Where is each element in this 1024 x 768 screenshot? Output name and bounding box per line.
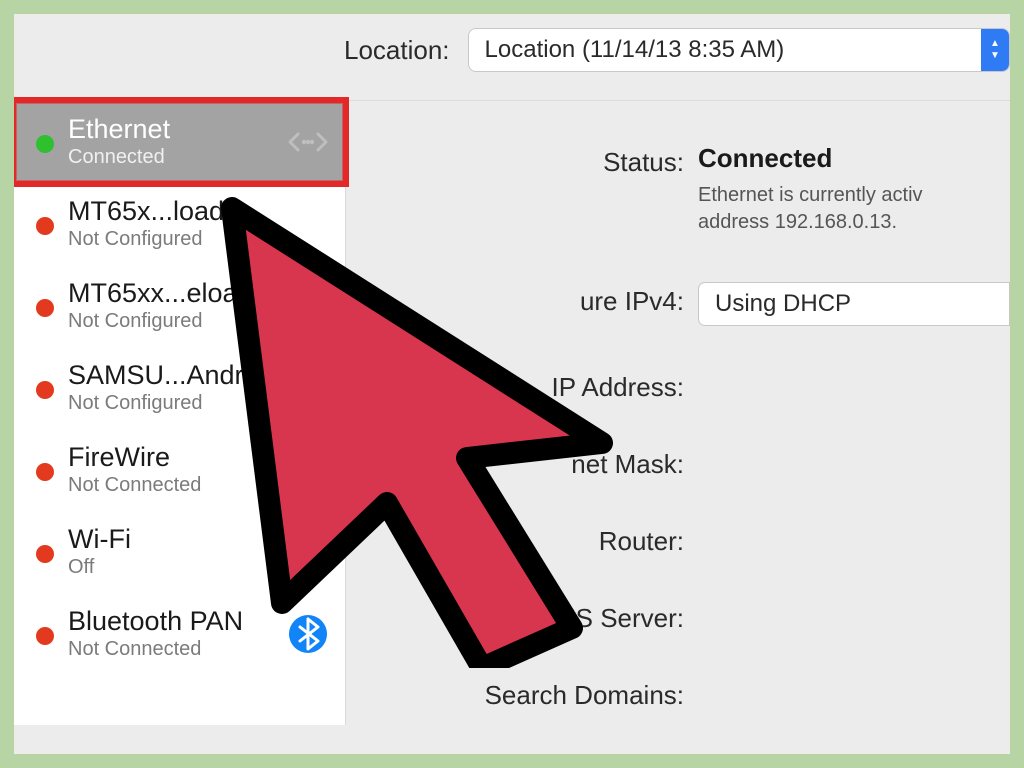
status-row: Status: Connected Ethernet is currently … xyxy=(346,143,1010,236)
sidebar-item-ethernet[interactable]: Ethernet Connected xyxy=(14,101,345,183)
sidebar-item-label: MT65xx...eload xyxy=(68,279,283,309)
device-icon xyxy=(283,363,333,413)
sidebar-item-status: Not Configured xyxy=(68,391,283,415)
location-select[interactable]: Location (11/14/13 8:35 AM) ▲▼ xyxy=(468,28,1010,72)
bluetooth-icon xyxy=(283,609,333,659)
sidebar-item-wifi[interactable]: Wi-Fi Off xyxy=(14,511,345,593)
status-subtext: Ethernet is currently activ address 192.… xyxy=(698,182,1010,236)
connections-sidebar: Ethernet Connected xyxy=(14,100,346,725)
subnet-mask-row: net Mask: xyxy=(346,445,1010,480)
dns-server-row: DNS Server: xyxy=(346,599,1010,634)
status-dot-notconfigured-icon xyxy=(36,299,54,317)
sidebar-item-status: Connected xyxy=(68,145,283,169)
search-domains-label: Search Domains: xyxy=(346,676,698,711)
sidebar-item-status: Not Configured xyxy=(68,227,283,251)
sidebar-item-mt65xx[interactable]: MT65xx...eload Not Configured xyxy=(14,265,345,347)
device-icon xyxy=(283,199,333,249)
sidebar-item-status: Not Connected xyxy=(68,473,283,497)
sidebar-item-firewire[interactable]: FireWire Not Connected xyxy=(14,429,345,511)
main-area: Ethernet Connected xyxy=(14,100,1010,725)
ip-address-row: IP Address: xyxy=(346,368,1010,403)
search-domains-row: Search Domains: xyxy=(346,676,1010,711)
sidebar-item-mt65x[interactable]: MT65x...load Not Configured xyxy=(14,183,345,265)
configure-ipv4-select[interactable]: Using DHCP xyxy=(698,282,1010,326)
status-label: Status: xyxy=(346,143,698,178)
status-dot-notconnected-icon xyxy=(36,627,54,645)
sidebar-item-label: Bluetooth PAN xyxy=(68,607,283,637)
up-down-arrows-icon: ▲▼ xyxy=(981,28,1009,72)
location-select-value: Location (11/14/13 8:35 AM) xyxy=(485,36,785,64)
sidebar-item-samsung-android[interactable]: SAMSU...Android Not Configured xyxy=(14,347,345,429)
status-dot-notconnected-icon xyxy=(36,463,54,481)
sidebar-item-bluetooth-pan[interactable]: Bluetooth PAN Not Connected xyxy=(14,593,345,675)
status-value: Connected xyxy=(698,143,1010,174)
dns-server-label: DNS Server: xyxy=(346,599,698,634)
router-label: Router: xyxy=(346,522,698,557)
router-row: Router: xyxy=(346,522,1010,557)
status-dot-connected-icon xyxy=(36,135,54,153)
ethernet-icon xyxy=(283,117,333,167)
sidebar-item-label: Ethernet xyxy=(68,115,283,145)
firewire-icon xyxy=(283,445,333,495)
configure-ipv4-label: ure IPv4: xyxy=(346,282,698,317)
sidebar-item-status: Not Connected xyxy=(68,637,283,661)
configure-ipv4-value: Using DHCP xyxy=(715,290,851,318)
location-label: Location: xyxy=(344,35,450,66)
sidebar-item-status: Off xyxy=(68,555,283,579)
status-dot-notconfigured-icon xyxy=(36,381,54,399)
sidebar-item-label: FireWire xyxy=(68,443,283,473)
subnet-mask-label: net Mask: xyxy=(346,445,698,480)
status-dot-off-icon xyxy=(36,545,54,563)
sidebar-item-status: Not Configured xyxy=(68,309,283,333)
wifi-icon xyxy=(283,527,333,577)
ip-address-label: IP Address: xyxy=(346,368,698,403)
connection-detail-panel: Status: Connected Ethernet is currently … xyxy=(346,100,1010,725)
configure-ipv4-row: ure IPv4: Using DHCP xyxy=(346,282,1010,326)
status-dot-notconfigured-icon xyxy=(36,217,54,235)
network-preferences-window: Location: Location (11/14/13 8:35 AM) ▲▼… xyxy=(14,14,1010,754)
sidebar-item-label: Wi-Fi xyxy=(68,525,283,555)
sidebar-item-label: SAMSU...Android xyxy=(68,361,283,391)
device-icon xyxy=(283,281,333,331)
sidebar-item-label: MT65x...load xyxy=(68,197,283,227)
location-row: Location: Location (11/14/13 8:35 AM) ▲▼ xyxy=(14,28,1010,72)
